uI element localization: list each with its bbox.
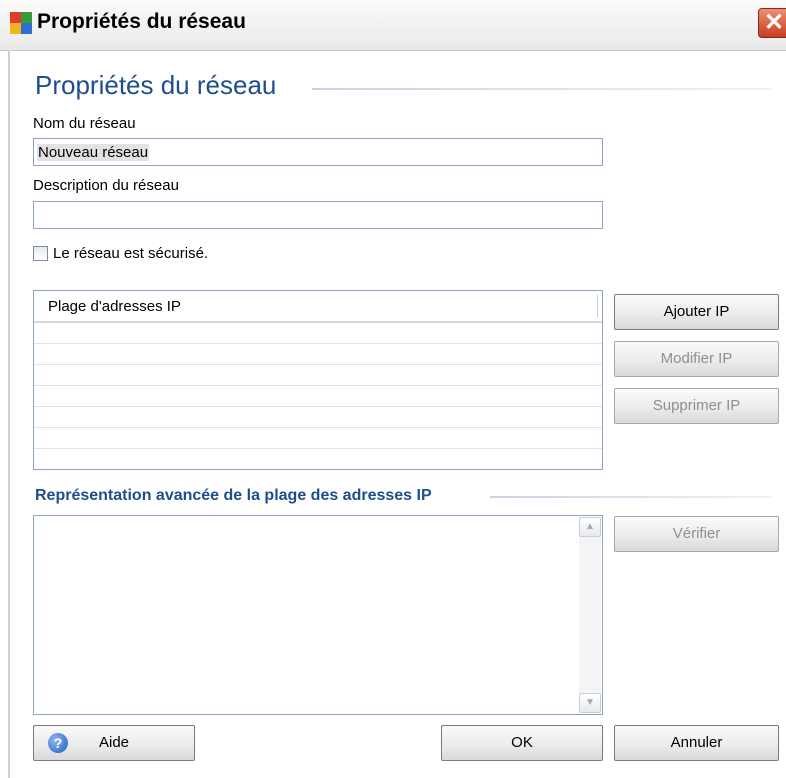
network-name-label: Nom du réseau [33, 115, 136, 132]
secured-checkbox-label[interactable]: Le réseau est sécurisé. [53, 245, 208, 262]
close-button[interactable]: ✕ [758, 8, 786, 38]
ip-range-column-header[interactable]: Plage d'adresses IP [34, 291, 602, 323]
list-gridline [34, 406, 602, 407]
network-name-field[interactable]: Nouveau réseau [33, 138, 603, 166]
network-description-field[interactable] [33, 201, 603, 229]
list-gridline [34, 364, 602, 365]
close-icon: ✕ [763, 9, 785, 36]
avg-logo-icon [10, 12, 32, 34]
network-description-label: Description du réseau [33, 177, 179, 194]
help-button-label: Aide [98, 734, 130, 751]
network-name-value: Nouveau réseau [37, 143, 150, 161]
list-gridline [34, 427, 602, 428]
ok-button[interactable]: OK [441, 725, 603, 761]
title-bar[interactable]: Propriétés du réseau ✕ [0, 0, 786, 51]
list-gridline [34, 343, 602, 344]
scroll-down-button[interactable]: ▼ [579, 693, 601, 713]
chevron-down-icon: ▼ [585, 697, 595, 708]
list-gridline [34, 385, 602, 386]
page-title: Propriétés du réseau [35, 70, 277, 100]
scroll-up-button[interactable]: ▲ [579, 517, 601, 537]
help-icon: ? [48, 733, 68, 753]
delete-ip-button[interactable]: Supprimer IP [614, 388, 779, 424]
verify-button[interactable]: Vérifier [614, 516, 779, 552]
window-left-border [8, 50, 10, 778]
title-divider [312, 88, 772, 90]
ip-range-column-label: Plage d'adresses IP [48, 298, 181, 315]
advanced-ip-textarea[interactable]: ▲ ▼ [33, 515, 603, 715]
list-gridline [34, 448, 602, 449]
vertical-scrollbar[interactable]: ▲ ▼ [579, 517, 601, 713]
edit-ip-button[interactable]: Modifier IP [614, 341, 779, 377]
cancel-button[interactable]: Annuler [614, 725, 779, 761]
network-properties-dialog: Propriétés du réseau ✕ Propriétés du rés… [0, 0, 786, 778]
window-title: Propriétés du réseau [37, 10, 246, 33]
secured-checkbox[interactable] [33, 246, 48, 261]
ip-range-list[interactable]: Plage d'adresses IP [33, 290, 603, 470]
advanced-section-title: Représentation avancée de la plage des a… [35, 487, 432, 504]
help-button[interactable]: ? Aide [33, 725, 195, 761]
column-separator [597, 295, 598, 317]
chevron-up-icon: ▲ [585, 521, 595, 532]
advanced-divider [490, 496, 772, 498]
add-ip-button[interactable]: Ajouter IP [614, 294, 779, 330]
